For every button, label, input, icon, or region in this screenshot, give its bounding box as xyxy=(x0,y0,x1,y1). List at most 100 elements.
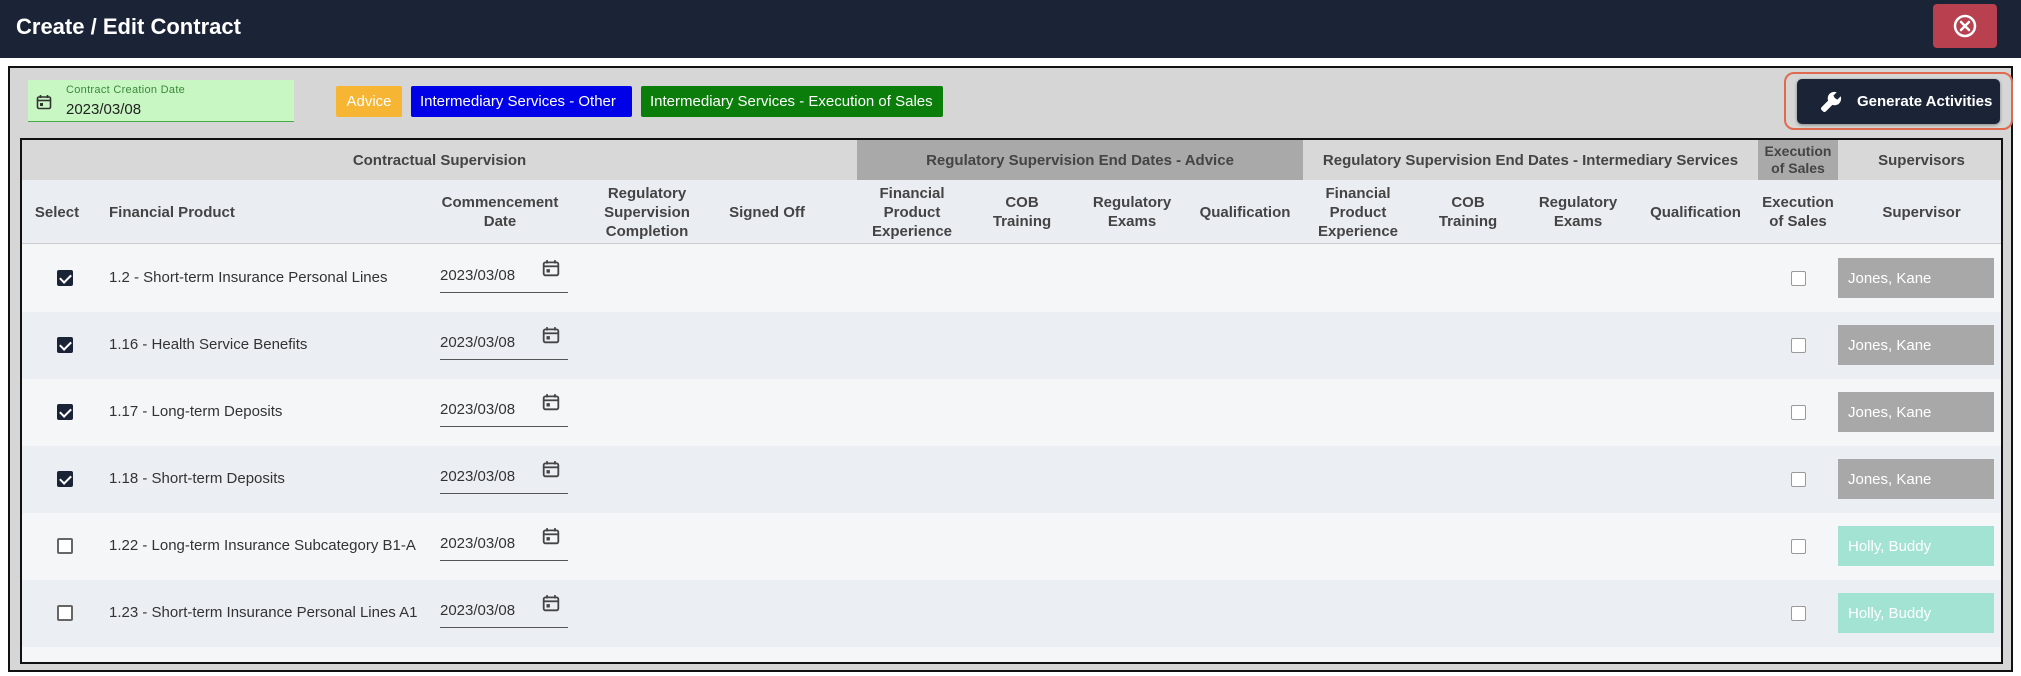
table-row: 1.2 - Short-term Insurance Personal Line… xyxy=(22,245,2001,312)
group-execution-label: Execution of Sales xyxy=(1764,143,1832,176)
col-adv-cob-label: COB Training xyxy=(992,194,1052,230)
col-signed-off-label: Signed Off xyxy=(729,203,805,221)
col-completion-label: Regulatory Supervision Completion xyxy=(604,184,690,240)
supervisor-name: Jones, Kane xyxy=(1848,470,1932,488)
table-row: 1.23 - Short-term Insurance Personal Lin… xyxy=(22,580,2001,647)
select-checkbox[interactable] xyxy=(57,538,73,554)
calendar-icon xyxy=(36,95,52,110)
select-checkbox[interactable] xyxy=(57,605,73,621)
col-supervisor: Supervisor xyxy=(1838,180,2001,244)
supervisor-badge[interactable]: Jones, Kane xyxy=(1838,459,1994,499)
col-financial-product-label: Financial Product xyxy=(109,203,235,221)
commencement-date-input[interactable]: 2023/03/08 xyxy=(440,527,568,561)
execution-of-sales-checkbox[interactable] xyxy=(1791,338,1806,353)
group-intermediary-label: Regulatory Supervision End Dates - Inter… xyxy=(1322,151,1739,169)
financial-product-name: 1.22 - Long-term Insurance Subcategory B… xyxy=(109,537,416,554)
generate-activities-button[interactable]: Generate Activities xyxy=(1797,79,2000,124)
calendar-icon[interactable] xyxy=(542,259,560,277)
calendar-icon[interactable] xyxy=(542,527,560,545)
col-select: Select xyxy=(22,180,92,244)
select-checkbox[interactable] xyxy=(57,270,73,286)
commencement-date-input[interactable]: 2023/03/08 xyxy=(440,393,568,427)
col-advice-product-experience: Financial Product Experience xyxy=(857,180,967,244)
advice-chip-label: Advice xyxy=(346,93,392,110)
commencement-date-value: 2023/03/08 xyxy=(440,401,516,418)
contract-creation-date-field[interactable]: Contract Creation Date 2023/03/08 xyxy=(28,80,294,122)
group-supervisors: Supervisors xyxy=(1838,140,2001,180)
intermediary-other-chip: Intermediary Services - Other xyxy=(411,86,632,117)
col-adv-experience-label: Financial Product Experience xyxy=(871,184,953,240)
supervision-table: Contractual Supervision Regulatory Super… xyxy=(20,138,2003,664)
calendar-icon[interactable] xyxy=(542,326,560,344)
table-row: 1.17 - Long-term Deposits 2023/03/08 Jon… xyxy=(22,379,2001,446)
table-row: 1.18 - Short-term Deposits 2023/03/08 Jo… xyxy=(22,446,2001,513)
contract-panel: Contract Creation Date 2023/03/08 Advice… xyxy=(8,66,2013,672)
supervisor-name: Holly, Buddy xyxy=(1848,604,1932,622)
supervisor-badge[interactable]: Holly, Buddy xyxy=(1838,526,1994,566)
table-row: 1.22 - Long-term Insurance Subcategory B… xyxy=(22,513,2001,580)
supervisor-name: Jones, Kane xyxy=(1848,403,1932,421)
select-checkbox[interactable] xyxy=(57,337,73,353)
supervisor-badge[interactable]: Jones, Kane xyxy=(1838,392,1994,432)
supervisor-name: Jones, Kane xyxy=(1848,269,1932,287)
col-execution-of-sales: Execution of Sales xyxy=(1758,180,1838,244)
group-supervisors-label: Supervisors xyxy=(1878,151,1965,169)
col-signed-off: Signed Off xyxy=(712,180,822,244)
execution-of-sales-checkbox[interactable] xyxy=(1791,405,1806,420)
col-regulatory-supervision-completion: Regulatory Supervision Completion xyxy=(582,180,712,244)
close-button[interactable] xyxy=(1933,4,1997,48)
advice-chip: Advice xyxy=(336,86,402,117)
execution-of-sales-checkbox[interactable] xyxy=(1791,472,1806,487)
financial-product-name: 1.16 - Health Service Benefits xyxy=(109,336,308,353)
col-exec-sales-label: Execution of Sales xyxy=(1762,194,1834,230)
generate-activities-label: Generate Activities xyxy=(1857,93,1993,110)
group-execution-of-sales: Execution of Sales xyxy=(1758,140,1838,180)
group-advice: Regulatory Supervision End Dates - Advic… xyxy=(857,140,1303,180)
intermediary-execution-chip-label: Intermediary Services - Execution of Sal… xyxy=(650,93,933,110)
col-adv-qualification-label: Qualification xyxy=(1199,203,1291,221)
col-adv-exams-label: Regulatory Exams xyxy=(1092,194,1172,230)
commencement-date-input[interactable]: 2023/03/08 xyxy=(440,594,568,628)
execution-of-sales-checkbox[interactable] xyxy=(1791,606,1806,621)
col-supervisor-label: Supervisor xyxy=(1882,203,1961,221)
financial-product-name: 1.23 - Short-term Insurance Personal Lin… xyxy=(109,604,418,621)
col-int-qualification-label: Qualification xyxy=(1650,203,1741,221)
commencement-date-value: 2023/03/08 xyxy=(440,535,516,552)
select-checkbox[interactable] xyxy=(57,471,73,487)
commencement-date-input[interactable]: 2023/03/08 xyxy=(440,326,568,360)
supervisor-name: Holly, Buddy xyxy=(1848,537,1932,555)
col-intermediary-regulatory-exams: Regulatory Exams xyxy=(1523,180,1633,244)
window-title: Create / Edit Contract xyxy=(16,14,241,39)
contract-creation-date-label: Contract Creation Date xyxy=(66,84,186,96)
supervisor-badge[interactable]: Jones, Kane xyxy=(1838,325,1994,365)
col-commencement-label: Commencement Date xyxy=(441,194,559,230)
intermediary-execution-chip: Intermediary Services - Execution of Sal… xyxy=(641,86,943,117)
select-checkbox[interactable] xyxy=(57,404,73,420)
col-financial-product: Financial Product xyxy=(109,180,409,244)
calendar-icon[interactable] xyxy=(542,393,560,411)
commencement-date-value: 2023/03/08 xyxy=(440,334,516,351)
commencement-date-input[interactable]: 2023/03/08 xyxy=(440,460,568,494)
col-intermediary-cob-training: COB Training xyxy=(1413,180,1523,244)
commencement-date-input[interactable]: 2023/03/08 xyxy=(440,259,568,293)
close-circle-icon xyxy=(1953,14,1977,38)
commencement-date-value: 2023/03/08 xyxy=(440,267,516,284)
supervisor-badge[interactable]: Holly, Buddy xyxy=(1838,593,1994,633)
col-commencement-date: Commencement Date xyxy=(430,180,570,244)
title-bar: Create / Edit Contract xyxy=(0,0,2021,58)
calendar-icon[interactable] xyxy=(542,594,560,612)
supervisor-badge[interactable]: Jones, Kane xyxy=(1838,258,1994,298)
col-int-exams-label: Regulatory Exams xyxy=(1538,194,1618,230)
col-advice-qualification: Qualification xyxy=(1187,180,1303,244)
group-contractual-supervision: Contractual Supervision xyxy=(22,140,857,180)
execution-of-sales-checkbox[interactable] xyxy=(1791,539,1806,554)
col-advice-regulatory-exams: Regulatory Exams xyxy=(1077,180,1187,244)
commencement-date-value: 2023/03/08 xyxy=(440,468,516,485)
calendar-icon[interactable] xyxy=(542,460,560,478)
group-intermediary: Regulatory Supervision End Dates - Inter… xyxy=(1303,140,1758,180)
group-contractual-label: Contractual Supervision xyxy=(352,151,527,169)
supervisor-name: Jones, Kane xyxy=(1848,336,1932,354)
execution-of-sales-checkbox[interactable] xyxy=(1791,271,1806,286)
col-advice-cob-training: COB Training xyxy=(967,180,1077,244)
financial-product-name: 1.17 - Long-term Deposits xyxy=(109,403,283,420)
